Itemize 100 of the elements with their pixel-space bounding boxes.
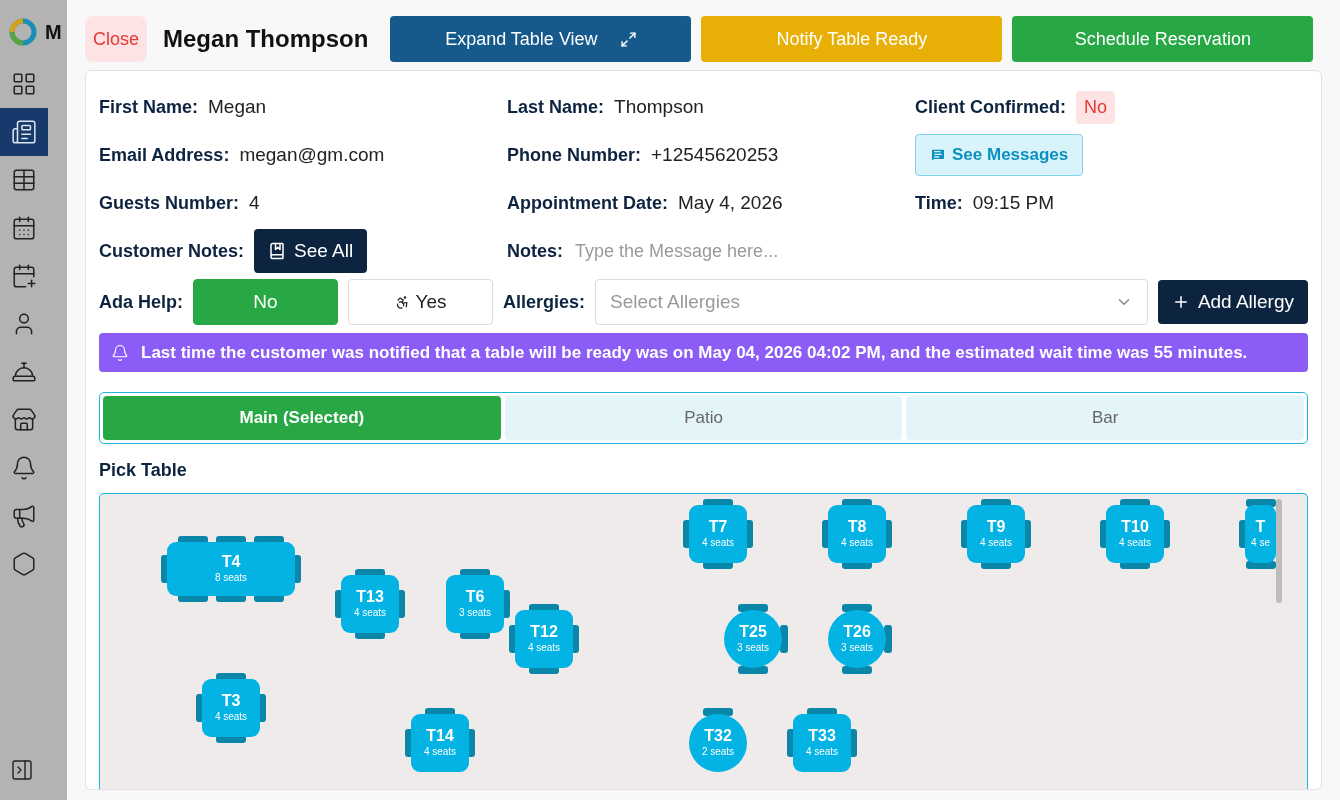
seat-count: 4 seats (701, 535, 735, 550)
grid-icon (11, 71, 37, 97)
chair (703, 707, 733, 716)
field-label: Customer Notes: (99, 240, 245, 262)
field-value: megan@gm.com (239, 144, 385, 166)
seat-count: 3 seats (840, 640, 874, 655)
field-label: Last Name: (507, 96, 605, 118)
sidebar-item[interactable] (0, 108, 48, 156)
action-button[interactable]: Schedule Reservation (1012, 16, 1314, 62)
field-label: Time: (915, 192, 963, 214)
banner-text: Last time the customer was notified that a table will be ready was on May 04, 2026 04:02 PM, and the estimated wait time was 55 minutes. (141, 342, 1249, 364)
table-name: T25 (739, 623, 767, 641)
chair (738, 603, 768, 612)
chat-icon (930, 147, 946, 163)
table-name: T9 (986, 518, 1006, 536)
dining-table[interactable]: T4 8 seats (167, 541, 295, 596)
dining-table[interactable]: T10 4 seats (1106, 504, 1164, 563)
expand-icon (619, 30, 637, 48)
settings-icon (11, 551, 37, 577)
dining-table[interactable]: T 4 se (1245, 504, 1276, 563)
field-label: Client Confirmed: (915, 96, 1066, 118)
table-name: T4 (221, 553, 241, 571)
table-name: T8 (847, 518, 867, 536)
close-button[interactable]: Close (85, 16, 148, 62)
field-value: Megan (208, 96, 267, 118)
dining-table[interactable]: T14 4 seats (411, 713, 469, 772)
area-tab[interactable]: Main (Selected) (103, 395, 501, 440)
dining-table[interactable]: T32 2 seats (689, 713, 747, 772)
table-name: T3 (221, 692, 241, 710)
bell-icon (11, 455, 37, 481)
field-label: Email Address: (99, 144, 230, 166)
table-name: T33 (808, 727, 836, 745)
field-value: 4 (249, 192, 260, 214)
wheelchair-icon (394, 294, 410, 310)
expand-sidebar-icon[interactable] (10, 758, 34, 782)
field-label: Appointment Date: (507, 192, 668, 214)
logo-icon (8, 17, 38, 47)
dining-table[interactable]: T13 4 seats (341, 574, 399, 633)
table-icon (11, 167, 37, 193)
area-tab[interactable]: Patio (504, 395, 903, 440)
see-messages-button[interactable]: See Messages (915, 134, 1084, 176)
table-name: T32 (704, 727, 732, 745)
chair (842, 603, 872, 612)
seat-count: 4 seats (840, 535, 874, 550)
field-label: First Name: (99, 96, 199, 118)
seat-count: 4 seats (353, 605, 387, 620)
field-label: Ada Help: (99, 291, 183, 313)
table-name: T7 (708, 518, 728, 536)
dining-table[interactable]: T9 4 seats (967, 504, 1025, 563)
ada-option-button[interactable]: Yes (348, 279, 493, 325)
seat-count: 4 seats (979, 535, 1013, 550)
table-name: T (1255, 518, 1266, 536)
add-allergy-button[interactable]: Add Allergy (1157, 280, 1308, 324)
dining-table[interactable]: T3 4 seats (202, 678, 260, 737)
table-name: T6 (465, 588, 485, 606)
shop-sign-icon (11, 407, 37, 433)
dining-table[interactable]: T6 3 seats (446, 574, 504, 633)
dining-table[interactable]: T26 3 seats (828, 609, 886, 668)
field-label: Guests Number: (99, 192, 240, 214)
table-name: T13 (356, 588, 384, 606)
seat-count: 3 seats (736, 640, 770, 655)
seat-count: 8 seats (214, 570, 248, 585)
field-value: May 4, 2026 (678, 192, 783, 214)
table-name: T26 (843, 623, 871, 641)
dining-table[interactable]: T33 4 seats (793, 713, 851, 772)
seat-count: 4 se (1251, 535, 1270, 550)
allergies-select[interactable]: Select Allergies (595, 279, 1148, 325)
seat-count: 4 seats (1118, 535, 1152, 550)
app-name: M (45, 20, 62, 44)
area-tab[interactable]: Bar (906, 395, 1304, 440)
action-button[interactable]: Expand Table View (390, 16, 692, 62)
dining-table[interactable]: T8 4 seats (828, 504, 886, 563)
field-value: Thompson (614, 96, 704, 118)
seat-count: 4 seats (527, 640, 561, 655)
see-all-button[interactable]: See All (254, 229, 368, 273)
dining-table[interactable]: T12 4 seats (515, 609, 573, 668)
field-value: +12545620253 (651, 144, 779, 166)
section-title: Pick Table (99, 459, 188, 481)
seat-count: 4 seats (805, 744, 839, 759)
book-icon (268, 242, 287, 260)
list-icon (11, 119, 37, 145)
chair (1245, 498, 1276, 507)
calendar-icon (11, 215, 37, 241)
dining-table[interactable]: T25 3 seats (724, 609, 782, 668)
field-value: 09:15 PM (972, 192, 1054, 214)
scrollbar[interactable] (1276, 498, 1282, 603)
calendar-plus-icon (11, 263, 37, 289)
chair (884, 624, 892, 653)
seat-count: 3 seats (458, 605, 492, 620)
table-name: T12 (530, 623, 558, 641)
ada-option-button[interactable]: No (193, 279, 338, 325)
dining-table[interactable]: T7 4 seats (689, 504, 747, 563)
chair (780, 624, 788, 653)
field-label: Allergies: (503, 291, 586, 313)
seat-count: 4 seats (214, 709, 248, 724)
table-name: T14 (426, 727, 454, 745)
status-badge: No (1076, 90, 1115, 124)
field-label: Phone Number: (507, 144, 641, 166)
action-button[interactable]: Notify Table Ready (701, 16, 1003, 62)
guest-name-title: Megan Thompson (163, 25, 369, 53)
